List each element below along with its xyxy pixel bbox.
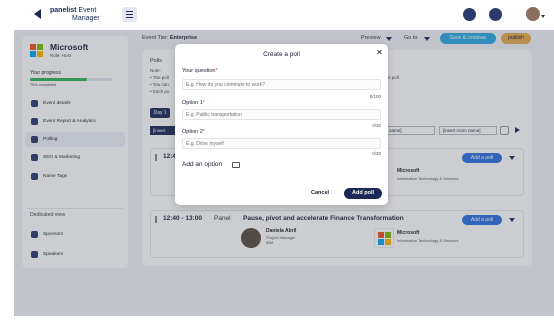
option-1-label: Option 1* — [182, 100, 205, 106]
option-1-char-count: 0/30 — [372, 123, 381, 128]
product-line-1: Event — [78, 7, 97, 14]
required-mark: * — [202, 100, 205, 106]
menu-icon-line — [126, 14, 133, 15]
required-mark: * — [202, 129, 205, 135]
product-line-2: Manager — [72, 15, 100, 22]
chevron-down-icon[interactable] — [541, 15, 545, 18]
question-char-count: 0/100 — [369, 94, 381, 99]
add-poll-submit-button[interactable]: Add poll — [344, 188, 382, 199]
add-option-icon[interactable] — [232, 162, 240, 168]
create-poll-modal: Create a poll ✕ Your question* 0/100 Opt… — [175, 44, 388, 205]
menu-icon — [126, 11, 133, 12]
option-2-input[interactable] — [182, 138, 381, 149]
cancel-button[interactable]: Cancel — [311, 190, 329, 196]
user-avatar[interactable] — [526, 7, 540, 21]
question-label: Your question* — [182, 68, 218, 74]
top-header: panelist Event Manager — [14, 0, 554, 30]
option-2-label-text: Option 2 — [182, 129, 203, 135]
option-2-char-count: 0/30 — [372, 151, 381, 156]
add-option-button[interactable]: Add an option — [182, 161, 222, 168]
question-label-text: Your question — [182, 68, 216, 74]
option-1-input[interactable] — [182, 109, 381, 120]
required-mark: * — [215, 68, 218, 74]
back-arrow-icon[interactable] — [34, 9, 41, 19]
modal-title: Create a poll — [263, 51, 300, 58]
menu-icon-line — [126, 17, 133, 18]
notification-icon[interactable] — [489, 8, 502, 21]
close-icon[interactable]: ✕ — [376, 48, 383, 57]
menu-toggle-button[interactable] — [122, 7, 137, 22]
question-input[interactable] — [182, 79, 381, 90]
chat-icon[interactable] — [463, 8, 476, 21]
option-2-label: Option 2* — [182, 129, 205, 135]
option-1-label-text: Option 1 — [182, 100, 203, 106]
brand-name: panelist — [50, 7, 77, 14]
app-logo: panelist Event Manager — [50, 7, 100, 23]
